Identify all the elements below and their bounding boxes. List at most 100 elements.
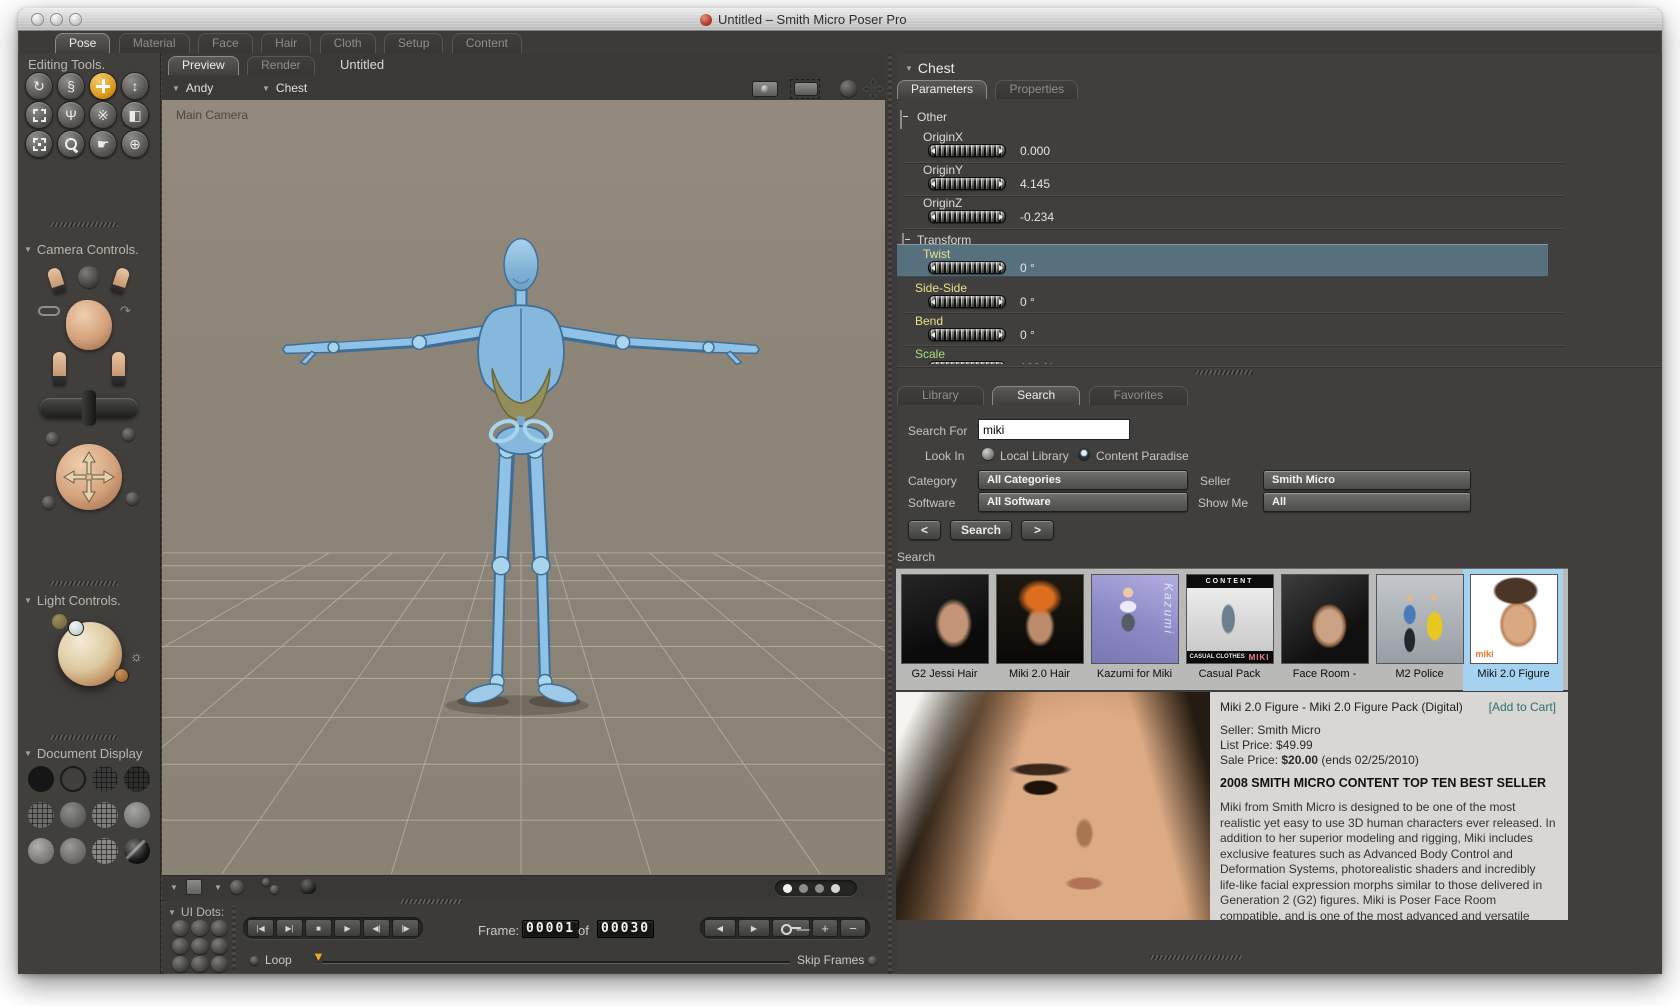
stop-button[interactable]: ■: [305, 919, 332, 937]
direct-manipulation-tool[interactable]: ⊕: [121, 130, 149, 158]
prev-page-button[interactable]: <: [908, 520, 941, 540]
panel-resize-groove[interactable]: [888, 53, 892, 974]
param-dial-originy[interactable]: [928, 177, 1006, 190]
light-indicator-3[interactable]: [114, 668, 129, 683]
tab-library[interactable]: Library: [897, 386, 984, 405]
display-mode-wireframe[interactable]: [92, 766, 118, 792]
last-frame-button[interactable]: ▶|: [276, 919, 303, 937]
ui-dot[interactable]: [210, 920, 228, 936]
create-light-icon[interactable]: ☼: [130, 648, 143, 664]
previous-keyframe-button[interactable]: ◀: [704, 919, 736, 937]
ui-dot[interactable]: [191, 956, 209, 972]
right-hand-camera-control[interactable]: [112, 352, 125, 386]
depth-cue-icon[interactable]: [186, 879, 202, 895]
next-page-button[interactable]: >: [1021, 520, 1054, 540]
camera-flyaround-control[interactable]: [78, 266, 100, 288]
param-dial-twist[interactable]: [928, 261, 1006, 274]
first-frame-button[interactable]: |◀: [247, 919, 274, 937]
search-button[interactable]: Search: [950, 520, 1012, 540]
result-thumb-face-room[interactable]: Face Room -: [1278, 574, 1371, 680]
radio-local-library[interactable]: [982, 448, 994, 460]
light-indicator-2[interactable]: [68, 620, 84, 636]
display-mode-texture-shaded[interactable]: [92, 838, 118, 864]
delete-keyframe-button[interactable]: −: [840, 919, 866, 937]
add-to-cart-link[interactable]: [Add to Cart]: [1489, 700, 1556, 714]
play-button[interactable]: ▶: [334, 919, 361, 937]
display-mode-flat-lined[interactable]: [92, 802, 118, 828]
result-thumb-kazumi-for-miki[interactable]: Kazumi Kazumi for Miki: [1088, 574, 1181, 680]
loop-toggle[interactable]: [250, 956, 259, 965]
display-mode-silhouette[interactable]: [28, 766, 54, 792]
tab-search[interactable]: Search: [992, 386, 1081, 405]
palette-divider-grip[interactable]: [50, 222, 118, 227]
radio-content-paradise[interactable]: [1078, 448, 1090, 460]
add-keyframe-button[interactable]: +: [812, 919, 838, 937]
display-mode-cartoon[interactable]: [124, 802, 150, 828]
software-select[interactable]: All Software: [978, 492, 1188, 512]
morphing-tool[interactable]: ※: [89, 101, 117, 129]
tab-favorites[interactable]: Favorites: [1088, 386, 1188, 405]
search-input[interactable]: [978, 419, 1130, 440]
close-button[interactable]: [31, 13, 44, 26]
tab-preview[interactable]: Preview: [168, 56, 239, 75]
main-tab-pose[interactable]: Pose: [55, 33, 111, 53]
main-tab-material[interactable]: Material: [118, 33, 190, 53]
minimize-button[interactable]: [50, 13, 63, 26]
collapse-group-button[interactable]: [900, 110, 902, 129]
light-trackball-control[interactable]: [58, 622, 122, 686]
param-dial-sideside[interactable]: [928, 295, 1006, 308]
taper-tool[interactable]: Ψ: [57, 101, 85, 129]
camera-preset-dot-2[interactable]: [122, 428, 135, 441]
camera-preset-dot-3[interactable]: [42, 496, 55, 509]
seller-select[interactable]: Smith Micro: [1263, 470, 1471, 490]
light-indicator-1[interactable]: [52, 614, 67, 629]
tab-render[interactable]: Render: [247, 56, 315, 75]
result-thumb-miki-20-hair[interactable]: Miki 2.0 Hair: [993, 574, 1086, 680]
show-me-select[interactable]: All: [1263, 492, 1471, 512]
display-mode-smooth-lined[interactable]: [60, 838, 86, 864]
main-tab-hair[interactable]: Hair: [261, 33, 312, 53]
collapse-triangle-icon[interactable]: ▼: [24, 245, 32, 254]
scale-tool[interactable]: [25, 101, 53, 129]
display-mode-lit-wireframe[interactable]: [28, 802, 54, 828]
camera-view-icon[interactable]: [752, 81, 778, 97]
element-menu[interactable]: ▼ Chest: [262, 81, 307, 95]
translate-pull-tool[interactable]: [89, 72, 117, 100]
twist-tool[interactable]: §: [57, 72, 85, 100]
display-mode-smooth-shaded[interactable]: [28, 838, 54, 864]
display-mode-outline[interactable]: [60, 766, 86, 792]
translate-inout-tool[interactable]: ↕: [121, 72, 149, 100]
camera-select-frame-icon[interactable]: [790, 79, 820, 99]
palette-divider-grip[interactable]: [50, 581, 118, 586]
face-camera-control[interactable]: [66, 300, 112, 350]
ui-dot[interactable]: [210, 956, 228, 972]
ui-dot[interactable]: [191, 920, 209, 936]
display-mode-hidden-line[interactable]: [124, 766, 150, 792]
param-dial-scale[interactable]: [928, 361, 1006, 364]
display-mode-preview[interactable]: [124, 838, 150, 864]
viewport-menu-triangle-icon[interactable]: ▼: [170, 883, 178, 892]
skip-frames-toggle[interactable]: [868, 956, 877, 965]
step-forward-button[interactable]: |▶: [392, 919, 419, 937]
color-tool[interactable]: ◧: [121, 101, 149, 129]
display-mode-flat-shaded[interactable]: [60, 802, 86, 828]
collapse-triangle-icon[interactable]: ▼: [168, 908, 176, 917]
main-tab-setup[interactable]: Setup: [384, 33, 444, 53]
camera-preset-dot-4[interactable]: [126, 492, 139, 505]
palette-divider-grip[interactable]: [1195, 370, 1253, 375]
ui-dot[interactable]: [172, 920, 190, 936]
param-dial-originx[interactable]: [928, 144, 1006, 157]
result-thumb-m2-police[interactable]: M2 Police: [1373, 574, 1466, 680]
camera-trackball-control[interactable]: [56, 444, 122, 510]
viewport-page-dots[interactable]: [775, 880, 857, 896]
page-dot-1[interactable]: [783, 883, 792, 893]
page-dot-4[interactable]: [831, 883, 840, 893]
zoom-button[interactable]: [69, 13, 82, 26]
collapse-triangle-icon[interactable]: ▼: [24, 749, 32, 758]
result-thumb-casual-pack[interactable]: CONTENT CASUAL CLOTHES MIKI Casual Pack: [1183, 574, 1276, 680]
category-select[interactable]: All Categories: [978, 470, 1188, 490]
ui-dots-grid[interactable]: [172, 920, 228, 972]
main-tab-content[interactable]: Content: [451, 33, 522, 53]
move-camera-icon[interactable]: [862, 78, 884, 100]
frame-total-counter[interactable]: 00030: [597, 920, 655, 938]
